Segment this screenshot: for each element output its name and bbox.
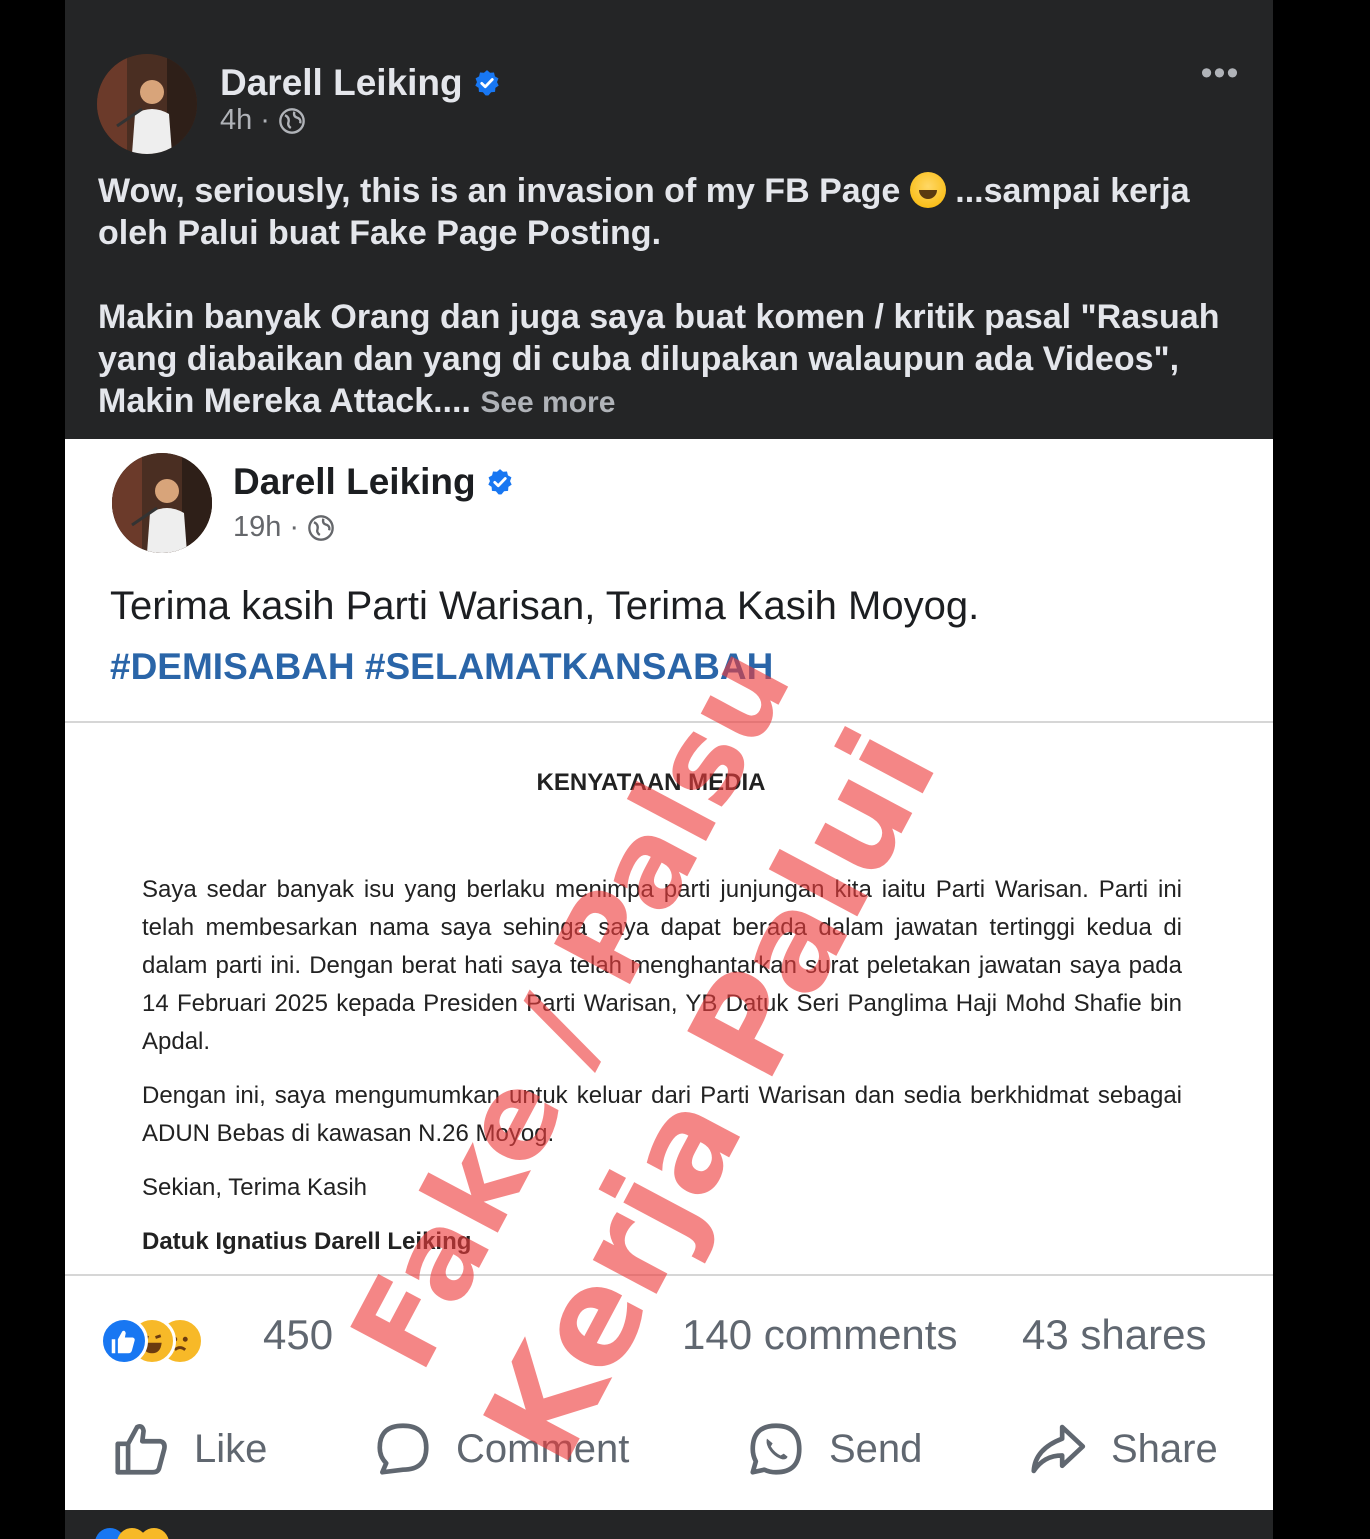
more-options-button[interactable]: ••• — [1200, 56, 1240, 90]
shared-verified-badge-icon — [487, 469, 512, 495]
grinning-sweat-emoji-icon — [909, 172, 946, 208]
share-action: Share — [1025, 1414, 1218, 1484]
shared-post-time: 19h — [233, 511, 282, 543]
post-caption: Wow, seriously, this is an invasion of m… — [98, 170, 1243, 424]
next-post-reactions-peek — [95, 1528, 1195, 1539]
share-arrow-icon — [1031, 1424, 1086, 1474]
document-body: Saya sedar banyak isu yang berlaku menim… — [142, 871, 1182, 1277]
verified-badge-icon — [474, 70, 499, 96]
document-paragraph-3: Sekian, Terima Kasih — [142, 1174, 367, 1201]
shared-screenshot-image[interactable]: Darell Leiking 19h · Terima kasih Parti … — [65, 439, 1273, 1510]
author-avatar[interactable] — [97, 54, 197, 154]
share-label: Share — [1111, 1426, 1218, 1471]
document-paragraph-2: Dengan ini, saya mengumumkan untuk kelua… — [142, 1082, 1182, 1147]
shared-post-meta: 19h · — [233, 511, 335, 544]
like-label: Like — [194, 1426, 268, 1471]
caption-text-1: Wow, seriously, this is an invasion of m… — [98, 172, 901, 210]
document-paragraph-1: Saya sedar banyak isu yang berlaku menim… — [142, 876, 1182, 1055]
peek-sad-icon — [139, 1528, 169, 1539]
like-action: Like — [110, 1414, 267, 1484]
post-meta: 4h · — [220, 104, 306, 137]
thumbs-up-icon — [115, 1423, 167, 1475]
reaction-icons — [100, 1317, 250, 1365]
meta-separator: · — [260, 104, 270, 136]
comment-action: Comment — [372, 1414, 629, 1484]
comments-count: 140 comments — [682, 1311, 958, 1358]
author-name[interactable]: Darell Leiking — [220, 62, 463, 104]
shared-divider-top — [65, 721, 1273, 723]
shared-author-avatar — [112, 453, 212, 553]
comment-bubble-icon — [377, 1423, 429, 1475]
shared-actions-bar: Like Comment Send Share — [100, 1414, 1260, 1484]
shared-post-text: Terima kasih Parti Warisan, Terima Kasih… — [110, 584, 980, 628]
shared-globe-icon — [308, 514, 334, 541]
document-signature: Datuk Ignatius Darell Leiking — [142, 1228, 472, 1255]
see-more-link[interactable]: See more — [480, 386, 615, 419]
send-label: Send — [829, 1426, 923, 1471]
shared-post-hashtags: #DEMISABAH #SELAMATKANSABAH — [110, 646, 774, 687]
shared-meta-separator: · — [289, 511, 300, 543]
shares-count: 43 shares — [1022, 1311, 1207, 1358]
shared-stats-row: 450 140 comments 43 shares — [100, 1311, 1240, 1367]
comment-label: Comment — [456, 1426, 630, 1471]
shared-author-name-row: Darell Leiking — [233, 461, 514, 503]
document-title: KENYATAAN MEDIA — [536, 769, 766, 796]
post-time[interactable]: 4h — [220, 104, 252, 137]
caption-text-2: Makin banyak Orang dan juga saya buat ko… — [98, 298, 1220, 420]
whatsapp-icon — [750, 1423, 802, 1475]
author-name-row[interactable]: Darell Leiking — [220, 62, 501, 104]
send-action: Send — [745, 1414, 922, 1484]
reactions-count: 450 — [263, 1311, 334, 1358]
shared-divider-bottom — [65, 1274, 1273, 1276]
like-reaction-icon — [100, 1317, 148, 1365]
shared-author-name: Darell Leiking — [233, 461, 476, 502]
globe-icon — [279, 107, 305, 134]
